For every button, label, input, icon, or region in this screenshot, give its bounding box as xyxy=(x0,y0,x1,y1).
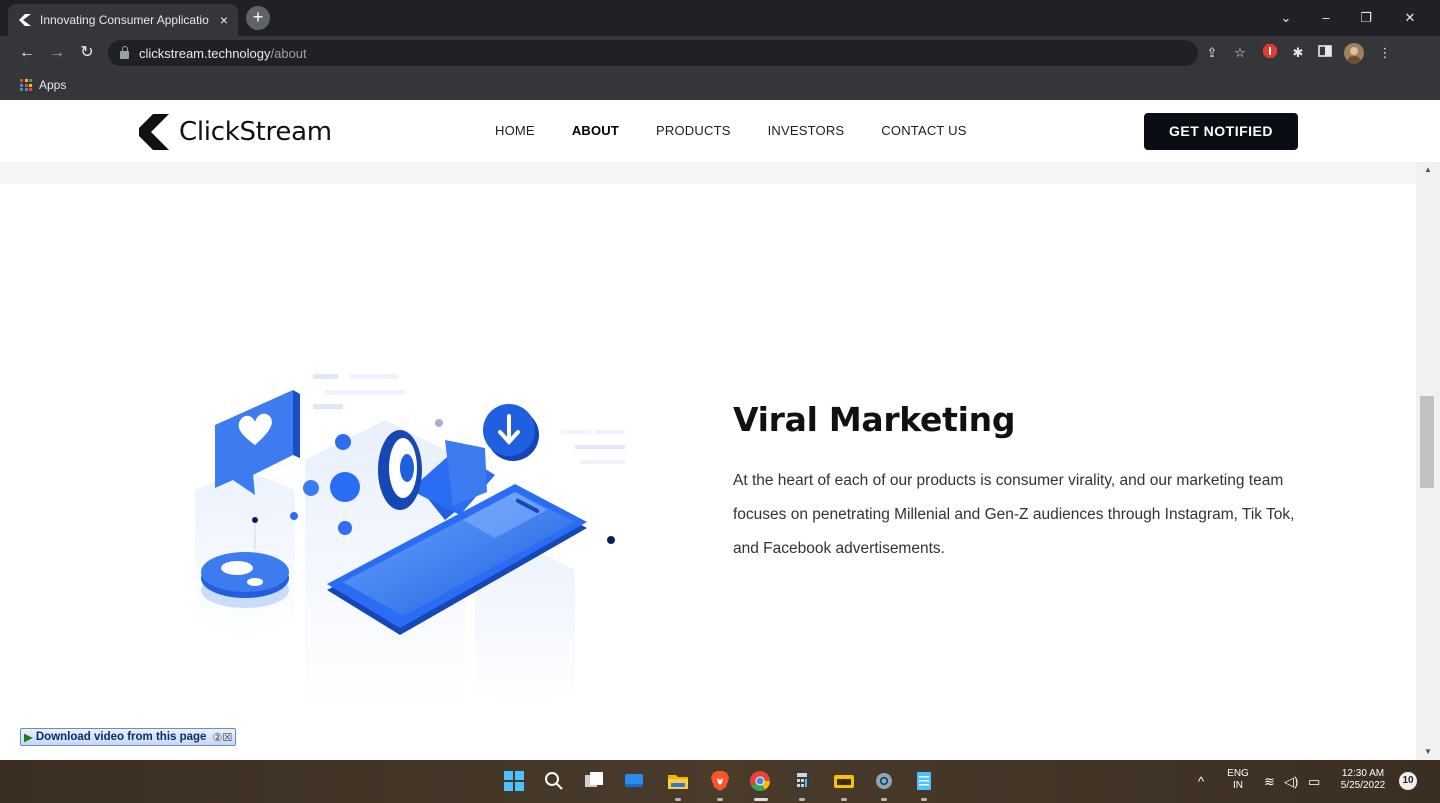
bookmark-star-icon[interactable]: ☆ xyxy=(1231,44,1249,62)
nav-home[interactable]: HOME xyxy=(495,123,535,138)
side-panel-icon[interactable] xyxy=(1316,44,1334,62)
language-code: ENG xyxy=(1227,768,1249,779)
file-explorer-running-indicator xyxy=(675,798,681,801)
notepad-icon[interactable] xyxy=(912,769,936,793)
apps-grid-icon[interactable] xyxy=(20,79,32,91)
file-explorer-icon[interactable] xyxy=(666,769,690,793)
notepad-running-indicator xyxy=(921,798,927,801)
share-icon[interactable]: ⇪ xyxy=(1203,44,1221,62)
reload-icon[interactable]: ↻ xyxy=(76,42,98,64)
browser-tab[interactable]: Innovating Consumer Applicatio × xyxy=(8,4,238,36)
get-notified-button[interactable]: GET NOTIFIED xyxy=(1144,113,1298,150)
nav-about[interactable]: ABOUT xyxy=(572,123,619,138)
clickstream-logo-icon xyxy=(139,114,169,150)
pdf-running-indicator xyxy=(841,798,847,801)
site-logo[interactable]: ClickStream xyxy=(139,114,332,150)
nav-products[interactable]: PRODUCTS xyxy=(656,123,731,138)
url-host: clickstream.technology xyxy=(139,45,271,61)
scrollbar-thumb[interactable] xyxy=(1420,396,1434,488)
calculator-running-indicator xyxy=(799,798,805,801)
address-bar[interactable]: clickstream.technology/about xyxy=(108,40,1198,66)
bookmark-apps[interactable]: Apps xyxy=(39,78,66,92)
tab-title: Innovating Consumer Applicatio xyxy=(40,13,209,27)
calculator-icon[interactable] xyxy=(790,769,814,793)
header-divider-band xyxy=(0,162,1416,184)
download-video-label: Download video from this page xyxy=(35,731,207,743)
section-body: At the heart of each of our products is … xyxy=(733,472,1295,557)
tab-search-icon[interactable]: ⌄ xyxy=(1268,0,1304,36)
profile-avatar[interactable] xyxy=(1343,42,1365,64)
download-video-bar[interactable]: ▶ Download video from this page ②☒ xyxy=(20,728,237,746)
language-indicator[interactable]: ENG IN xyxy=(1224,768,1252,792)
clock-time: 12:30 AM xyxy=(1341,768,1385,779)
page-scrollbar[interactable]: ▲ ▼ xyxy=(1416,162,1440,760)
logo-text: ClickStream xyxy=(179,117,332,147)
wifi-icon[interactable]: ≋ xyxy=(1264,774,1275,790)
region-code: IN xyxy=(1233,780,1243,791)
browser-toolbar: ← → ↻ clickstream.technology/about ⇪ ☆ ✱… xyxy=(0,36,1440,70)
menu-kebab-icon[interactable]: ⋮ xyxy=(1376,44,1394,62)
url-path: /about xyxy=(270,45,307,61)
brave-browser-icon[interactable] xyxy=(708,769,732,793)
tab-close-icon[interactable]: × xyxy=(220,12,228,28)
site-header: ClickStream HOME ABOUT PRODUCTS INVESTOR… xyxy=(0,100,1416,162)
brave-running-indicator xyxy=(717,798,723,801)
play-icon: ▶ xyxy=(24,732,33,744)
main-nav: HOME ABOUT PRODUCTS INVESTORS CONTACT US xyxy=(495,123,1004,138)
battery-icon[interactable]: ▭ xyxy=(1308,774,1320,790)
scroll-down-arrow-icon[interactable]: ▼ xyxy=(1416,744,1440,760)
settings-running-indicator xyxy=(881,798,887,801)
settings-gear-icon[interactable] xyxy=(872,769,896,793)
clock-date: 5/25/2022 xyxy=(1340,780,1386,791)
task-view-icon[interactable] xyxy=(582,769,606,793)
clickstream-favicon-icon xyxy=(19,14,31,26)
nav-contact-us[interactable]: CONTACT US xyxy=(881,123,966,138)
section-title: Viral Marketing xyxy=(733,400,1016,439)
restore-button[interactable]: ❐ xyxy=(1348,0,1384,36)
notification-count-badge[interactable]: 10 xyxy=(1399,772,1417,790)
new-tab-button[interactable]: + xyxy=(246,6,270,30)
back-arrow-icon[interactable]: ← xyxy=(16,42,38,64)
webpage: ClickStream HOME ABOUT PRODUCTS INVESTOR… xyxy=(0,100,1416,760)
extensions-puzzle-icon[interactable]: ✱ xyxy=(1289,44,1307,62)
chrome-browser-icon[interactable] xyxy=(748,769,772,793)
download-bar-controls[interactable]: ②☒ xyxy=(212,731,232,744)
chrome-active-indicator xyxy=(754,798,768,801)
tray-chevron-up-icon[interactable]: ^ xyxy=(1198,774,1204,789)
search-icon[interactable] xyxy=(542,769,566,793)
browser-tab-strip: Innovating Consumer Applicatio × + ⌄ – ❐… xyxy=(0,0,1440,36)
clock[interactable]: 12:30 AM 5/25/2022 xyxy=(1334,768,1392,792)
volume-icon[interactable]: ◁) xyxy=(1284,774,1298,790)
nav-investors[interactable]: INVESTORS xyxy=(768,123,845,138)
forward-arrow-icon[interactable]: → xyxy=(46,42,68,64)
pdf-app-icon[interactable] xyxy=(832,769,856,793)
bookmarks-bar: Apps xyxy=(0,70,1440,100)
viral-marketing-illustration xyxy=(195,374,625,710)
scroll-up-arrow-icon[interactable]: ▲ xyxy=(1416,162,1440,178)
windows-start-icon[interactable] xyxy=(502,769,526,793)
adblock-extension-icon[interactable] xyxy=(1261,44,1279,62)
windows-taskbar: ^ ENG IN ≋ ◁) ▭ 12:30 AM 5/25/2022 xyxy=(0,760,1440,803)
lock-icon xyxy=(120,45,129,59)
minimize-button[interactable]: – xyxy=(1308,0,1344,36)
close-window-button[interactable]: ✕ xyxy=(1392,0,1428,36)
widgets-icon[interactable] xyxy=(622,769,646,793)
